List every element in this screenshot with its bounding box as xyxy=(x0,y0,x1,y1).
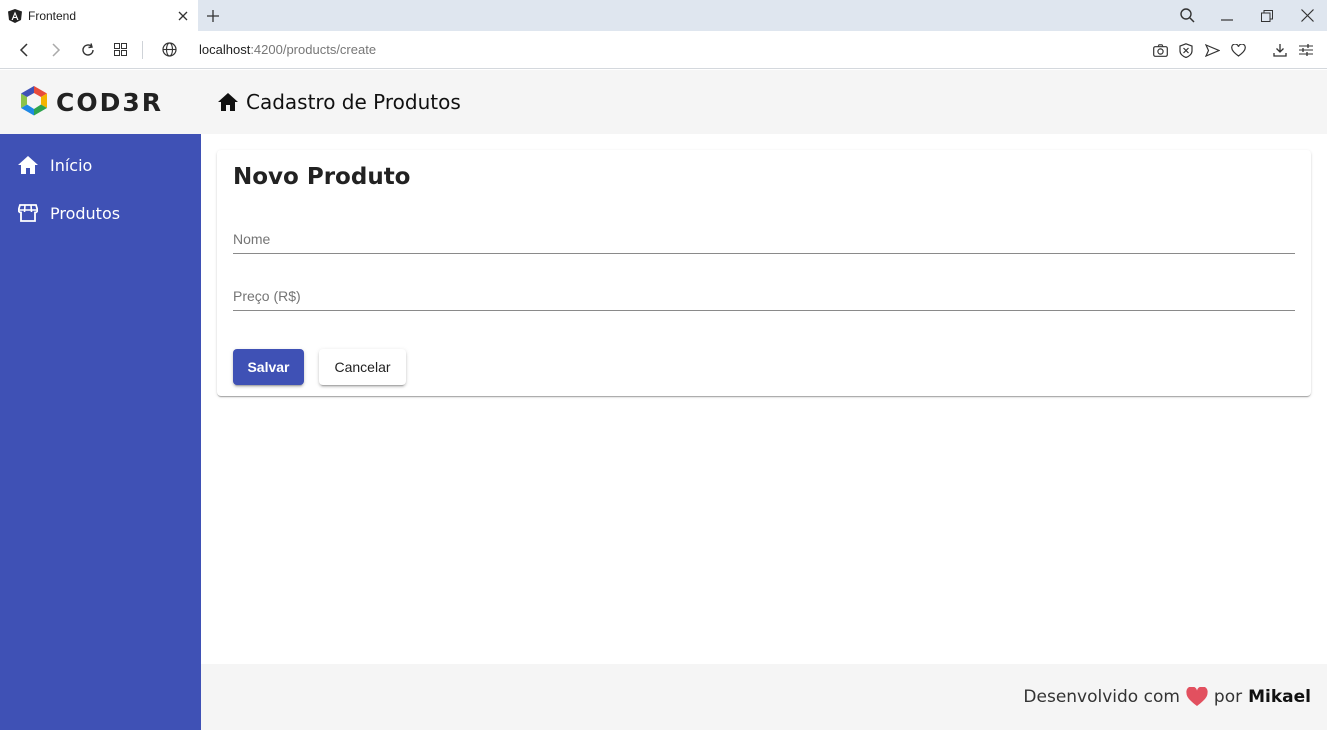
new-tab-icon[interactable] xyxy=(200,3,226,29)
download-icon[interactable] xyxy=(1269,39,1291,61)
browser-tab[interactable]: Frontend xyxy=(0,0,198,31)
page-title: Cadastro de Produtos xyxy=(218,90,461,114)
restore-icon[interactable] xyxy=(1247,0,1287,31)
app-header: COD3R Cadastro de Produtos xyxy=(0,70,1327,134)
angular-favicon-icon xyxy=(8,8,22,23)
url-path: :4200/products/create xyxy=(250,42,377,57)
sidebar-item-inicio[interactable]: Início xyxy=(0,141,201,189)
send-icon[interactable] xyxy=(1201,39,1223,61)
footer: Desenvolvido com por Mikael xyxy=(201,664,1327,730)
address-actions xyxy=(1149,31,1317,69)
form-actions: Salvar Cancelar xyxy=(233,349,1295,385)
back-icon[interactable] xyxy=(8,35,40,65)
home-icon xyxy=(218,93,238,111)
cancel-button[interactable]: Cancelar xyxy=(319,349,406,385)
logo[interactable]: COD3R xyxy=(16,84,206,120)
adblock-shield-icon[interactable] xyxy=(1175,39,1197,61)
price-field xyxy=(233,271,1295,311)
window-controls xyxy=(1167,0,1327,31)
form-title: Novo Produto xyxy=(233,164,411,190)
address-bar: localhost:4200/products/create xyxy=(0,31,1327,69)
name-field xyxy=(233,214,1295,254)
tab-title: Frontend xyxy=(28,8,77,23)
footer-middle: por xyxy=(1213,687,1243,707)
app-root: COD3R Cadastro de Produtos Início Produt… xyxy=(0,70,1327,730)
page-title-text: Cadastro de Produtos xyxy=(246,90,461,114)
address-separator xyxy=(142,40,143,59)
forward-icon[interactable] xyxy=(40,35,72,65)
save-button[interactable]: Salvar xyxy=(233,349,304,385)
footer-author: Mikael xyxy=(1248,687,1311,707)
tab-close-icon[interactable] xyxy=(176,9,190,23)
logo-text: COD3R xyxy=(56,87,163,117)
close-window-icon[interactable] xyxy=(1287,0,1327,31)
easy-setup-icon[interactable] xyxy=(1295,39,1317,61)
sidebar: Início Produtos xyxy=(0,134,201,730)
heart-icon xyxy=(1186,687,1208,706)
search-tabs-icon[interactable] xyxy=(1167,0,1207,31)
home-icon xyxy=(18,156,38,174)
globe-icon[interactable] xyxy=(153,35,185,65)
url-host: localhost xyxy=(199,42,251,57)
camera-icon[interactable] xyxy=(1149,39,1171,61)
name-input[interactable] xyxy=(233,227,1295,251)
storefront-icon xyxy=(18,204,38,222)
price-input[interactable] xyxy=(233,284,1295,308)
heart-bookmark-icon[interactable] xyxy=(1227,39,1249,61)
main-content: Novo Produto Salvar Cancelar xyxy=(201,134,1327,664)
reload-icon[interactable] xyxy=(72,35,104,65)
url-field[interactable]: localhost:4200/products/create xyxy=(199,42,376,57)
sidebar-item-label: Início xyxy=(50,155,93,175)
speed-dial-icon[interactable] xyxy=(104,35,136,65)
cod3r-logo-icon xyxy=(21,86,47,116)
sidebar-item-produtos[interactable]: Produtos xyxy=(0,189,201,237)
minimize-icon[interactable] xyxy=(1207,0,1247,31)
browser-tabbar: Frontend xyxy=(0,0,1327,31)
footer-prefix: Desenvolvido com xyxy=(1023,687,1180,707)
sidebar-item-label: Produtos xyxy=(50,203,121,223)
product-form-card: Novo Produto Salvar Cancelar xyxy=(217,150,1311,396)
